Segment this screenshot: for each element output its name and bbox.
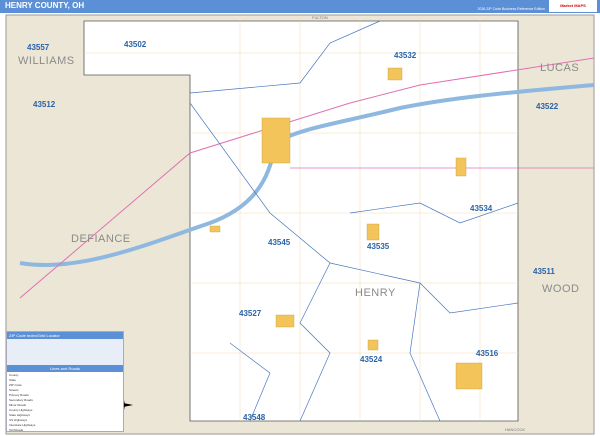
- county-label-williams: WILLIAMS: [18, 55, 75, 67]
- legend-title: ZIP Code Index/Grid Locator: [7, 332, 123, 339]
- map-title: HENRY COUNTY, OH: [5, 1, 85, 10]
- zip-label: 43512: [33, 100, 56, 109]
- zip-label: 43535: [367, 242, 390, 251]
- zip-label: 43502: [124, 40, 147, 49]
- logo: Market MAPS: [549, 0, 597, 12]
- legend-panel: ZIP Code Index/Grid Locator Lines and Ro…: [6, 331, 124, 432]
- zip-label: 43532: [394, 51, 417, 60]
- zip-label: 43511: [533, 267, 555, 276]
- county-label-lucas: LUCAS: [540, 62, 579, 74]
- zip-index-table: [7, 339, 123, 365]
- zip-label: 43516: [476, 349, 499, 358]
- zip-label: 43545: [268, 238, 291, 247]
- zip-label: 43522: [536, 102, 559, 111]
- zip-label: 43524: [360, 355, 383, 364]
- county-label-fulton: FULTON: [312, 15, 328, 20]
- header-bar: HENRY COUNTY, OH 2026 ZIP Code Business …: [0, 0, 600, 13]
- zip-label: 43534: [470, 204, 493, 213]
- zip-label: 43548: [243, 413, 266, 422]
- zip-label: 43557: [27, 43, 50, 52]
- edition-label: 2026 ZIP Code Business Reference Edition: [477, 7, 545, 11]
- legend-item: Toll Roads: [9, 428, 24, 432]
- zip-label: 43527: [239, 309, 262, 318]
- county-label-hancock: HANCOCK: [505, 427, 525, 432]
- logo-text: Market MAPS: [560, 3, 586, 8]
- county-label-henry: HENRY: [355, 287, 396, 299]
- county-label-defiance: DEFIANCE: [71, 233, 131, 245]
- county-label-wood: WOOD: [542, 283, 579, 295]
- legend-section: Lines and Roads: [7, 365, 123, 372]
- legend-items: County State ZIP Code Streets Primary Ro…: [7, 372, 123, 434]
